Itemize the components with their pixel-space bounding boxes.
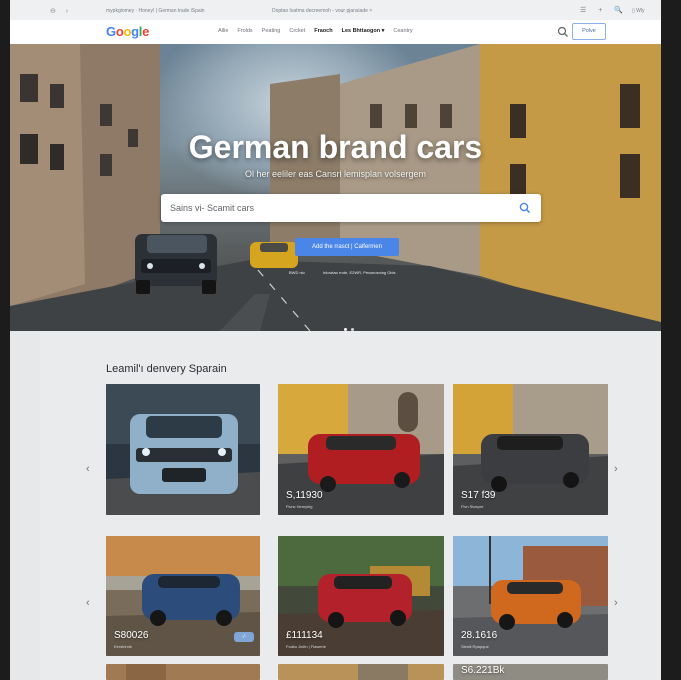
search-icon[interactable]	[556, 25, 570, 39]
car-card[interactable]: S6.221Bk	[453, 664, 608, 680]
car-card[interactable]: 28.1616 Siewil Rpapque	[453, 536, 608, 656]
nav-item[interactable]: Frolds	[237, 28, 252, 34]
hero-banner: German brand cars Ol her eeliler eas Can…	[10, 44, 661, 331]
nav-item[interactable]: Peating	[262, 28, 281, 34]
car-price: S,11930	[286, 490, 323, 501]
browser-toolbar: ⊖ › mypkgiomey · Honey! | German trade i…	[10, 0, 661, 21]
car-location: Fivnc Hemyirig	[286, 504, 313, 509]
car-price: S17 f39	[461, 490, 496, 501]
search-placeholder: Sains vi- Scamit cars	[170, 203, 255, 213]
section-title: Leamil'ı denvery Sparain	[106, 363, 227, 375]
car-location: Siewil Rpapque	[461, 644, 489, 649]
hero-title: German brand cars	[188, 129, 483, 165]
car-photo	[106, 384, 260, 515]
listing-panel: Leamil'ı denvery Sparain ‹ › ‹ › S,11930…	[40, 331, 661, 680]
logo-letter: G	[106, 24, 116, 39]
hero-street-image	[10, 44, 661, 331]
address-bar[interactable]: mypkgiomey · Honey! | German trade iSpai…	[106, 8, 205, 14]
carousel-prev-icon[interactable]: ‹	[86, 597, 90, 609]
car-photo	[106, 664, 260, 680]
browser-tools[interactable]: ☰ + 🔍	[580, 6, 628, 14]
car-card[interactable]: S80026 Eersirirole ·⁄·	[106, 536, 260, 656]
logo-letter: o	[123, 24, 132, 39]
car-card[interactable]: S,11930 Fivnc Hemyirig	[278, 384, 444, 515]
search-icon[interactable]	[518, 201, 532, 215]
car-location: Fivn Stcepre	[461, 504, 484, 509]
carousel-dots	[344, 318, 358, 331]
logo-letter: e	[142, 24, 150, 39]
car-card[interactable]	[106, 384, 260, 515]
car-price: £111134	[286, 630, 323, 641]
hero-search-input[interactable]: Sains vi- Scamit cars	[161, 194, 541, 222]
carousel-next-icon[interactable]: ›	[614, 597, 618, 609]
logo[interactable]: Google	[106, 24, 149, 39]
car-price: S6.221Bk	[461, 665, 505, 676]
carousel-prev-icon[interactable]: ‹	[86, 463, 90, 475]
car-photo	[278, 664, 444, 680]
profile-button[interactable]: ▯ Wly	[632, 8, 644, 14]
cta-button[interactable]: Add the rrasct | Calfermen	[295, 238, 399, 256]
browser-nav-buttons[interactable]: ⊖ ›	[50, 7, 72, 15]
car-card[interactable]: £111134 Fcabo Jinltn | Flawerie	[278, 536, 444, 656]
nav-item[interactable]: Allie	[218, 28, 228, 34]
compare-badge[interactable]: ·⁄·	[234, 632, 254, 642]
nav-item-active[interactable]: Fraoch	[314, 28, 332, 34]
browser-window: ⊖ › mypkgiomey · Honey! | German trade i…	[10, 0, 661, 680]
hero-caption-left: BWD nio	[289, 270, 305, 275]
car-price: 28.1616	[461, 630, 498, 641]
main-nav: Allie Frolds Peating Crcket Fraoch Les B…	[218, 28, 422, 34]
site-header: Google Allie Frolds Peating Crcket Fraoc…	[10, 20, 661, 45]
car-location: Eersirirole	[114, 644, 133, 649]
car-card[interactable]: S17 f39 Fivn Stcepre	[453, 384, 608, 515]
hero-caption-right: Inlowtao rrote, E2WR, Pecseosning Olds	[323, 270, 396, 275]
carousel-next-icon[interactable]: ›	[614, 463, 618, 475]
nav-item-dropdown[interactable]: Les Bhttaogon ▾	[342, 28, 385, 34]
nav-item[interactable]: Crcket	[289, 28, 305, 34]
nav-item[interactable]: Ceantry	[393, 28, 412, 34]
logo-letter: g	[131, 24, 139, 39]
car-location: Fcabo Jinltn | Flawerie	[286, 644, 326, 649]
car-price: S80026	[114, 630, 149, 641]
hero-subtitle: Ol her eeliler eas Cansri lemisplan vols…	[244, 169, 427, 179]
car-card[interactable]	[106, 664, 260, 680]
car-card[interactable]	[278, 664, 444, 680]
browser-tab[interactable]: Doptao loatma decreemoh - vour pjansiade…	[272, 8, 372, 14]
login-button[interactable]: Polve	[572, 23, 606, 40]
